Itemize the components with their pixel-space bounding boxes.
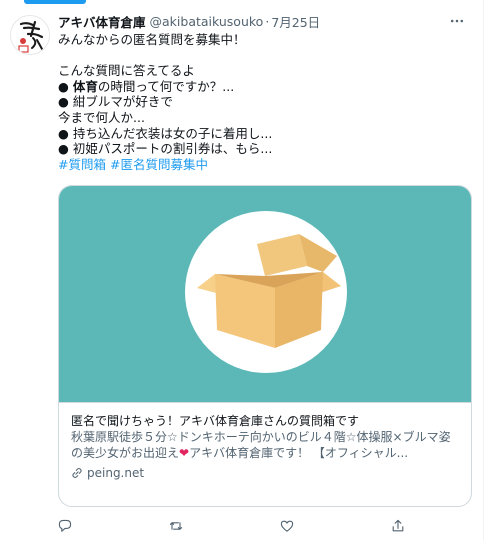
cardboard-box-icon (197, 234, 341, 348)
tweet-line: こんな質問に答えてるよ (58, 63, 195, 79)
card-desc-line: 秋葉原駅徒歩５分☆ドンキホーテ向かいのビル４階☆体操服×ブルマ姿 (71, 430, 451, 444)
user-handle[interactable]: @akibataikusouko (150, 14, 264, 29)
heart-emoji-icon: ❤ (179, 446, 190, 460)
tweet-line: ● 初姫パスポートの割引券は、もら... (58, 141, 273, 157)
bold-keyword: 体育 (72, 78, 98, 94)
link-icon (72, 467, 82, 479)
reply-icon[interactable] (54, 516, 76, 536)
share-icon[interactable] (387, 516, 409, 536)
tweet-date[interactable]: 7月25日 (271, 12, 320, 31)
card-desc-part: アキバ体育倉庫です！ 【オフィシャル... (189, 446, 409, 460)
tweet-line-bold: ● 体育の時間って何ですか？... (58, 79, 472, 95)
card-domain-text: peing.net (87, 466, 145, 480)
card-desc-line: の美少女がお出迎え❤アキバ体育倉庫です！ 【オフィシャル... (71, 445, 459, 461)
link-card[interactable]: 匿名で聞けちゃう！アキバ体育倉庫さんの質問箱です 秋葉原駅徒歩５分☆ドンキホーテ… (58, 185, 472, 507)
card-desc-part: の美少女がお出迎え (71, 446, 180, 460)
hashtags: #質問箱 #匿名質問募集中 (58, 157, 472, 173)
card-domain[interactable]: peing.net (71, 465, 459, 481)
bullet: ● (58, 78, 73, 94)
tweet-line: 今まで何人か... (58, 109, 145, 125)
tweet-line: ● 紺ブルマが好きで (58, 94, 173, 110)
tweet-text: みんなからの匿名質問を募集中！ こんな質問に答えてるよ ● 体育の時間って何です… (58, 32, 472, 172)
card-text: 匿名で聞けちゃう！アキバ体育倉庫さんの質問箱です 秋葉原駅徒歩５分☆ドンキホーテ… (59, 403, 471, 481)
display-name[interactable]: アキバ体育倉庫 (58, 12, 146, 31)
tweet-header: アキバ体育倉庫 @akibataikusouko · 7月25日 (58, 11, 472, 31)
tweet-actions (58, 516, 472, 536)
line-rest: の時間って何ですか？... (97, 78, 235, 94)
separator-dot: · (265, 13, 270, 29)
tweet-line: みんなからの匿名質問を募集中！ (58, 32, 246, 47)
more-options-icon[interactable] (446, 11, 468, 31)
like-heart-icon[interactable] (276, 516, 298, 536)
retweet-icon[interactable] (165, 516, 187, 536)
hashtag-link[interactable]: #匿名質問募集中 (110, 157, 208, 172)
tweet-line: ● 持ち込んだ衣装は女の子に着用し... (58, 125, 273, 141)
card-image[interactable] (59, 186, 471, 403)
card-title[interactable]: 匿名で聞けちゃう！アキバ体育倉庫さんの質問箱です (71, 413, 459, 429)
avatar[interactable] (10, 15, 50, 55)
hashtag-link[interactable]: #質問箱 (58, 157, 106, 172)
tweet-content: アキバ体育倉庫 @akibataikusouko · 7月25日 みんなからの匿… (58, 11, 472, 532)
card-description: 秋葉原駅徒歩５分☆ドンキホーテ向かいのビル４階☆体操服×ブルマ姿 の美少女がお出… (71, 429, 459, 461)
